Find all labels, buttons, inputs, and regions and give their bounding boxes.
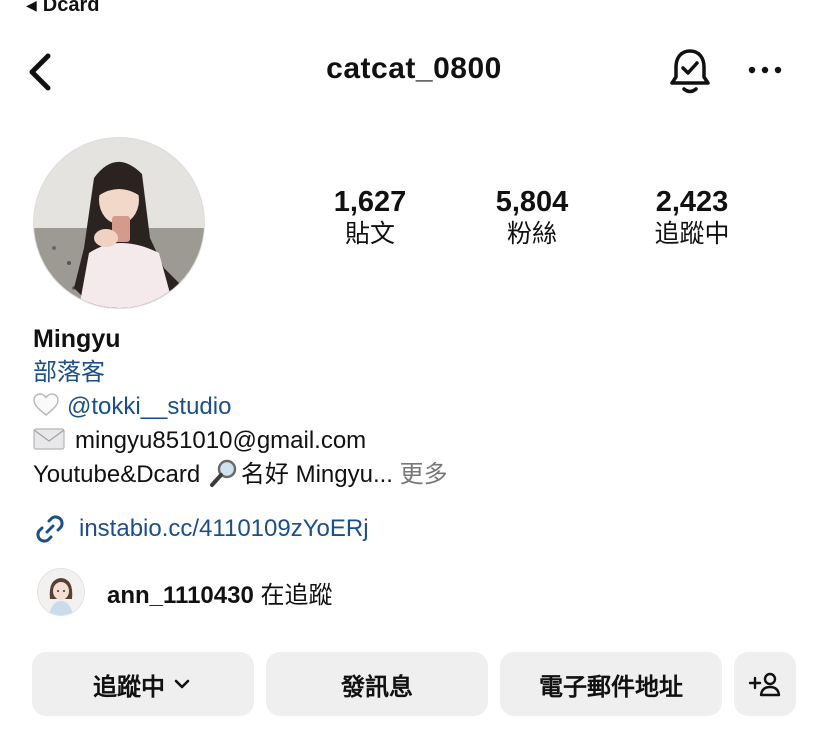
add-person-icon <box>748 672 781 697</box>
bio-youtube-suffix: 名好 Mingyu... <box>240 461 393 488</box>
bio-email-text: mingyu851010@gmail.com <box>75 427 367 454</box>
stat-followers-value: 5,804 <box>495 186 569 218</box>
bell-check-icon <box>670 49 710 94</box>
bio-link-text: instabio.cc/4110109zYoERj <box>79 515 369 542</box>
email-button-label: 電子郵件地址 <box>539 673 683 701</box>
status-back-label: Dcard <box>42 0 100 16</box>
bio-mention-link[interactable]: @tokki__studio <box>67 393 231 420</box>
stat-posts-value: 1,627 <box>333 186 407 218</box>
envelope-icon <box>33 428 65 450</box>
chevron-down-icon <box>174 679 190 689</box>
bio-youtube-line: Youtube&Dcard 名好 Mingyu... 更多 <box>33 458 448 492</box>
suggest-users-button[interactable] <box>734 652 796 716</box>
stat-following[interactable]: 2,423 追蹤中 <box>622 185 762 249</box>
profile-display-name: Mingyu <box>33 325 121 353</box>
stat-posts-label: 貼文 <box>344 220 395 248</box>
notifications-button[interactable] <box>666 46 714 96</box>
status-back-link[interactable]: ◀ Dcard <box>26 0 99 17</box>
stat-posts[interactable]: 1,627 貼文 <box>300 185 440 249</box>
follower-handle: ann_1110430 <box>107 581 254 609</box>
profile-actions: 追蹤中 發訊息 電子郵件地址 <box>32 652 796 716</box>
message-button-label: 發訊息 <box>341 673 413 701</box>
profile-stats: 1,627 貼文 5,804 粉絲 2,423 追蹤中 <box>300 185 760 255</box>
avatar-photo <box>34 138 204 308</box>
bio-link[interactable]: instabio.cc/4110109zYoERj <box>33 512 369 546</box>
magnifier-icon <box>209 459 237 487</box>
back-triangle-icon: ◀ <box>26 0 37 13</box>
following-button-label: 追蹤中 <box>93 673 165 701</box>
stat-following-label: 追蹤中 <box>654 220 730 248</box>
stat-followers[interactable]: 5,804 粉絲 <box>462 185 602 249</box>
follower-suffix: 在追蹤 <box>253 581 333 609</box>
profile-category[interactable]: 部落客 <box>33 356 448 390</box>
bio-email-line: mingyu851010@gmail.com <box>33 424 448 458</box>
following-button[interactable]: 追蹤中 <box>32 652 254 716</box>
email-button[interactable]: 電子郵件地址 <box>500 652 722 716</box>
message-button[interactable]: 發訊息 <box>266 652 488 716</box>
profile-avatar[interactable] <box>33 137 205 309</box>
profile-bio: Mingyu 部落客 @tokki__studio mingyu851010@g… <box>33 322 448 492</box>
stat-followers-label: 粉絲 <box>506 220 557 248</box>
more-horizontal-icon <box>748 66 782 74</box>
bio-more-link[interactable]: 更多 <box>393 461 448 488</box>
bio-mention-line: @tokki__studio <box>33 390 448 424</box>
bio-youtube-prefix: Youtube&Dcard <box>33 461 207 488</box>
white-heart-icon <box>33 393 59 416</box>
follower-avatar-illustration <box>38 569 84 615</box>
more-options-button[interactable] <box>744 52 786 88</box>
stat-following-value: 2,423 <box>655 186 729 218</box>
follower-avatar <box>37 568 85 616</box>
link-icon <box>36 515 64 543</box>
followed-by-row[interactable]: ann_1110430 在追蹤 <box>37 568 332 616</box>
